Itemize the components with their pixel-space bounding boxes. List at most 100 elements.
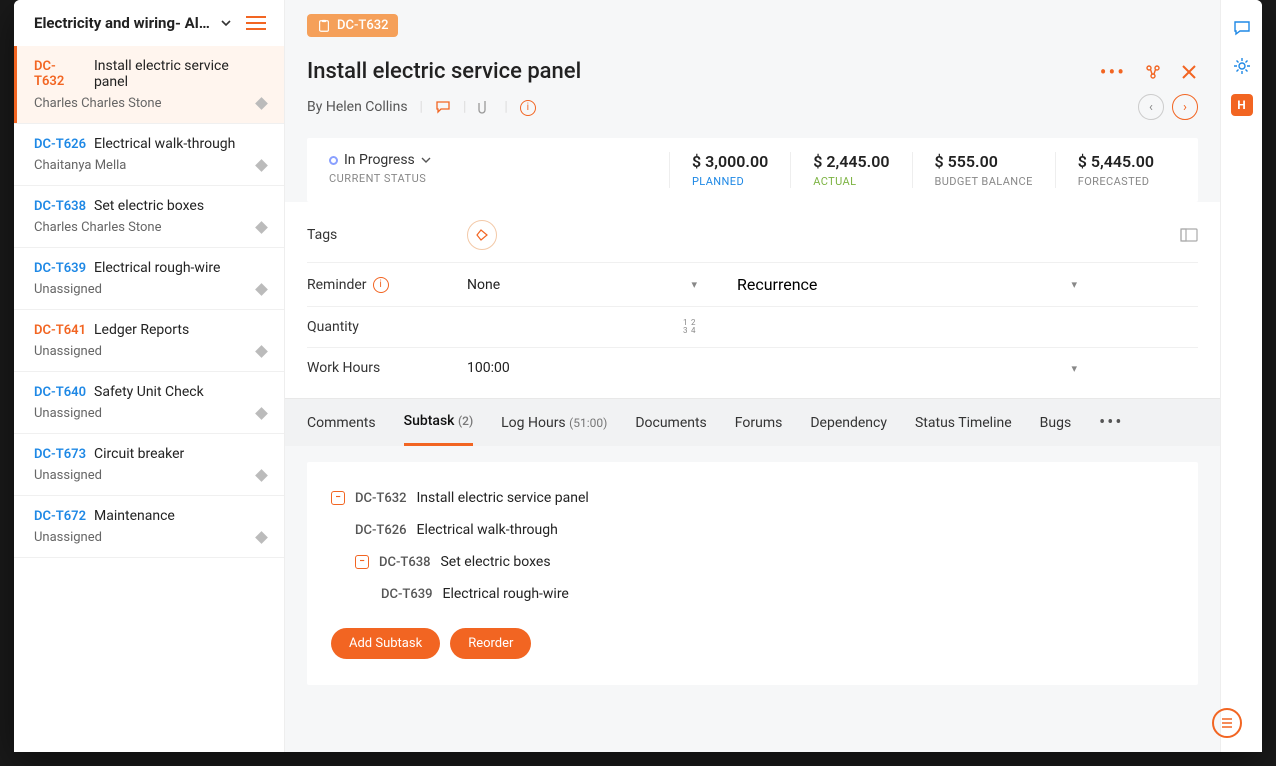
priority-diamond-icon [255,283,268,296]
forecast-amount: $ 5,445.00 [1078,152,1154,171]
task-assignee: Unassigned [34,282,102,297]
rail-badge[interactable]: H [1231,94,1253,116]
subtask-id: DC-T626 [355,523,406,538]
collapse-icon[interactable]: − [355,555,369,569]
sidebar-title-dropdown[interactable]: Electricity and wiring- Al… [34,14,232,32]
task-assignee: Unassigned [34,530,102,545]
collapse-icon[interactable]: − [331,491,345,505]
priority-diamond-icon [255,531,268,544]
priority-diamond-icon [255,345,268,358]
task-id: DC-T641 [34,323,86,338]
task-item[interactable]: DC-T626Electrical walk-throughChaitanya … [14,124,284,186]
task-item[interactable]: DC-T639 Electrical rough-wire Unassigned [14,248,284,310]
close-icon[interactable] [1180,63,1198,81]
task-title: Circuit breaker [94,446,184,462]
prev-task-button[interactable]: ‹ [1138,94,1164,120]
tab-documents[interactable]: Documents [635,401,706,445]
reminder-label: Reminder [307,277,367,293]
attachment-icon[interactable] [478,99,492,115]
page-title: Install electric service panel [307,59,581,84]
author-name: Helen Collins [326,99,408,115]
tab-loghours[interactable]: Log Hours (51:00) [501,401,607,445]
task-title: Safety Unit Check [94,384,204,400]
tabs-more-icon[interactable]: ••• [1099,412,1123,433]
subtask-row[interactable]: DC-T626 Electrical walk-through [331,514,1174,546]
actual-amount: $ 2,445.00 [813,152,889,171]
info-icon[interactable]: i [520,98,536,116]
subtask-title: Install electric service panel [416,490,588,506]
task-id: DC-T638 [34,199,86,214]
subtask-title: Electrical walk-through [416,522,557,538]
actual-label: ACTUAL [813,175,889,188]
subtask-row[interactable]: −DC-T638Set electric boxes [331,546,1174,578]
subtask-title: Set electric boxes [440,554,550,570]
status-dot-icon [329,156,338,165]
task-id: DC-T639 [34,261,86,276]
detail-fields: Tags Reminder i None▾ Recurrence▾ Quantit… [285,202,1220,398]
recurrence-select[interactable]: Recurrence▾ [697,275,1077,294]
balance-amount: $ 555.00 [935,152,1033,171]
priority-diamond-icon [255,469,268,482]
add-subtask-button[interactable]: Add Subtask [331,628,440,659]
tab-comments[interactable]: Comments [307,401,376,445]
quantity-label: Quantity [307,319,467,335]
subtask-id: DC-T639 [381,587,432,602]
priority-diamond-icon [255,407,268,420]
tab-subtask[interactable]: Subtask (2) [404,399,474,446]
task-list[interactable]: DC-T632Install electric service panelCha… [14,46,284,752]
priority-diamond-icon [255,97,268,110]
right-rail: H [1220,0,1262,752]
more-actions-icon[interactable]: ••• [1100,60,1126,84]
task-sidebar: Electricity and wiring- Al… DC-T632 Insta… [14,0,285,752]
chat-icon[interactable] [1232,18,1252,38]
detail-tabs: Comments Subtask (2) Log Hours (51:00) D… [285,398,1220,446]
info-icon[interactable]: i [373,277,389,293]
quantity-input[interactable]: 1234 [467,320,697,334]
add-tag-button[interactable] [467,220,497,250]
subtask-title: Electrical rough-wire [442,586,568,602]
task-title: Electrical rough-wire [94,260,220,276]
task-detail: DC-T632 Install electric service panel •… [285,0,1220,752]
status-dropdown[interactable]: In Progress [329,152,669,168]
expand-workhours-icon[interactable]: ▾ [1071,362,1077,375]
breadcrumb-id: DC-T632 [337,18,388,33]
relation-icon[interactable] [1144,63,1162,81]
reorder-button[interactable]: Reorder [450,628,531,659]
task-assignee: Unassigned [34,468,102,483]
chevron-down-icon [421,155,431,165]
tags-label: Tags [307,227,467,243]
author-row: By Helen Collins | | | i ‹ › [307,94,1198,120]
planned-label: PLANNED [692,175,768,188]
task-id: DC-T632 [34,59,86,89]
next-task-button[interactable]: › [1172,94,1198,120]
tab-forums[interactable]: Forums [735,401,783,445]
priority-diamond-icon [255,221,268,234]
help-fab[interactable] [1212,708,1242,738]
subtask-row[interactable]: DC-T639 Electrical rough-wire [331,578,1174,610]
collapse-sidebar-icon[interactable] [246,15,266,31]
task-id: DC-T626 [34,137,86,152]
subtask-row[interactable]: −DC-T632 Install electric service panel [331,482,1174,514]
subtask-id: DC-T632 [355,491,406,506]
tab-bugs[interactable]: Bugs [1040,401,1072,445]
reminder-select[interactable]: None▾ [467,277,697,293]
task-item[interactable]: DC-T640Safety Unit CheckUnassigned [14,372,284,434]
tag-view-icon[interactable] [1180,228,1198,242]
settings-icon[interactable] [1232,56,1252,76]
task-title: Set electric boxes [94,198,204,214]
task-title: Ledger Reports [94,322,189,338]
workhours-value: 100:00 [467,360,510,376]
task-item[interactable]: DC-T672MaintenanceUnassigned [14,496,284,558]
comment-icon[interactable] [435,99,451,115]
tab-status-timeline[interactable]: Status Timeline [915,401,1012,445]
task-item[interactable]: DC-T632Install electric service panelCha… [14,46,284,124]
tab-dependency[interactable]: Dependency [810,401,887,445]
task-item[interactable]: DC-T673Circuit breakerUnassigned [14,434,284,496]
task-item[interactable]: DC-T638Set electric boxesCharles Charles… [14,186,284,248]
task-item[interactable]: DC-T641Ledger ReportsUnassigned [14,310,284,372]
task-id: DC-T640 [34,385,86,400]
forecast-label: FORECASTED [1078,175,1154,188]
breadcrumb-pill[interactable]: DC-T632 [307,14,398,37]
task-title: Install electric service panel [94,58,266,90]
priority-diamond-icon [255,159,268,172]
